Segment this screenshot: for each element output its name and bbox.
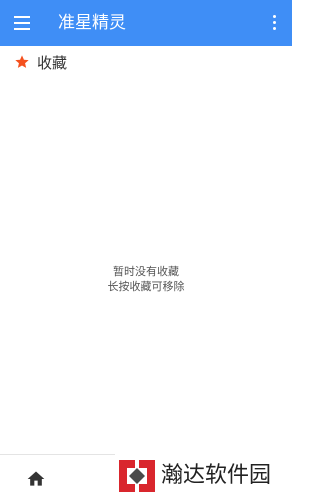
section-title: 收藏 [37, 54, 68, 72]
watermark: 瀚达软件园 [115, 452, 292, 500]
empty-state: 暂时没有收藏 长按收藏可移除 [0, 264, 292, 294]
empty-message: 暂时没有收藏 [113, 265, 179, 278]
more-dot [273, 27, 277, 31]
hamburger-line [14, 22, 30, 24]
app-title: 准星精灵 [58, 13, 126, 33]
hamburger-menu-icon [14, 16, 30, 18]
menu-button[interactable] [14, 16, 32, 30]
more-dot [273, 21, 277, 25]
empty-hint: 长按收藏可移除 [107, 280, 185, 293]
more-vert-icon [273, 15, 277, 19]
app-bar: 准星精灵 [0, 0, 292, 46]
hamburger-line [14, 28, 30, 30]
star-icon [15, 55, 29, 68]
more-options-button[interactable] [272, 15, 278, 31]
watermark-text: 瀚达软件园 [161, 463, 272, 488]
home-icon[interactable] [26, 469, 46, 489]
watermark-logo [119, 460, 155, 492]
